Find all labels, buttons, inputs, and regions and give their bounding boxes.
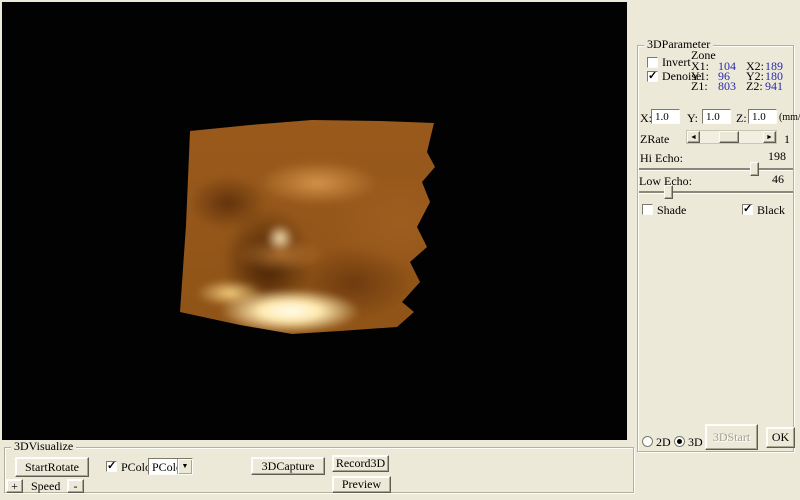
invert-label: Invert — [662, 56, 691, 68]
start-rotate-button[interactable]: StartRotate — [15, 457, 89, 477]
dropdown-arrow-icon[interactable]: ▼ — [177, 459, 192, 474]
zone-z1-value: 803 — [718, 80, 736, 92]
zrate-value: 1 — [784, 133, 790, 145]
hi-echo-value: 198 — [768, 150, 786, 162]
ultrasound-texture — [168, 103, 448, 349]
zone-z1-label: Z1: — [691, 80, 708, 92]
scale-unit-label: (mm/p) — [779, 112, 800, 124]
hi-echo-label: Hi Echo: — [640, 152, 683, 164]
mode-3d-radio[interactable] — [674, 436, 685, 447]
mode-2d-label: 2D — [656, 436, 671, 448]
scale-y-label: Y: — [687, 112, 698, 124]
start3d-button[interactable]: 3DStart — [705, 424, 758, 450]
preview-button[interactable]: Preview — [332, 476, 391, 493]
denoise-checkbox[interactable]: ✓ — [647, 71, 658, 82]
checkmark-icon: ✓ — [648, 72, 657, 81]
record3d-button[interactable]: Record3D — [332, 455, 389, 472]
low-echo-slider-thumb[interactable] — [664, 185, 673, 199]
checkmark-icon: ✓ — [107, 462, 116, 471]
visualize-groupbox-title: 3DVisualize — [11, 440, 76, 453]
checkmark-icon: ✓ — [743, 205, 752, 214]
zrate-scrollbar-thumb[interactable] — [719, 131, 739, 143]
scale-z-input[interactable]: 1.0 — [748, 109, 777, 124]
hi-echo-slider-track[interactable] — [639, 168, 793, 170]
radio-dot — [677, 439, 682, 444]
speed-plus-button[interactable]: + — [6, 479, 23, 493]
scale-z-label: Z: — [736, 112, 747, 124]
pcolor-checkbox[interactable]: ✓ — [106, 461, 117, 472]
app-window: { "colors": { "panel_bg": "#ece9d8", "vi… — [0, 0, 800, 500]
pcolor-dropdown[interactable]: PColor ▼ — [148, 458, 193, 475]
mode-3d-label: 3D — [688, 436, 703, 448]
zrate-scrollbar[interactable]: ◄ ► — [686, 130, 777, 144]
parameter-groupbox: 3DParameter ✓ Invert ✓ Denoise Zone X1: … — [637, 45, 794, 452]
black-label: Black — [757, 204, 785, 216]
shade-label: Shade — [657, 204, 686, 216]
speed-minus-button[interactable]: - — [67, 479, 84, 493]
low-echo-slider-track[interactable] — [639, 191, 793, 193]
zrate-label: ZRate — [640, 133, 669, 145]
zone-z2-label: Z2: — [746, 80, 763, 92]
shade-checkbox[interactable]: ✓ — [642, 204, 653, 215]
scroll-left-icon[interactable]: ◄ — [687, 131, 700, 143]
capture3d-button[interactable]: 3DCapture — [251, 457, 325, 475]
speed-label: Speed — [31, 480, 60, 492]
zone-z2-value: 941 — [765, 80, 783, 92]
visualize-groupbox: 3DVisualize StartRotate + Speed - ✓ PCol… — [4, 447, 634, 493]
ultrasound-volume-image — [180, 115, 436, 337]
low-echo-value: 46 — [772, 173, 784, 185]
scale-y-input[interactable]: 1.0 — [702, 109, 731, 124]
mode-2d-radio[interactable] — [642, 436, 653, 447]
hi-echo-slider-thumb[interactable] — [750, 162, 759, 176]
ok-button[interactable]: OK — [766, 427, 795, 448]
scroll-right-icon[interactable]: ► — [763, 131, 776, 143]
invert-checkbox[interactable]: ✓ — [647, 57, 658, 68]
black-checkbox[interactable]: ✓ — [742, 204, 753, 215]
scale-x-input[interactable]: 1.0 — [651, 109, 680, 124]
render-viewport[interactable] — [2, 2, 627, 440]
